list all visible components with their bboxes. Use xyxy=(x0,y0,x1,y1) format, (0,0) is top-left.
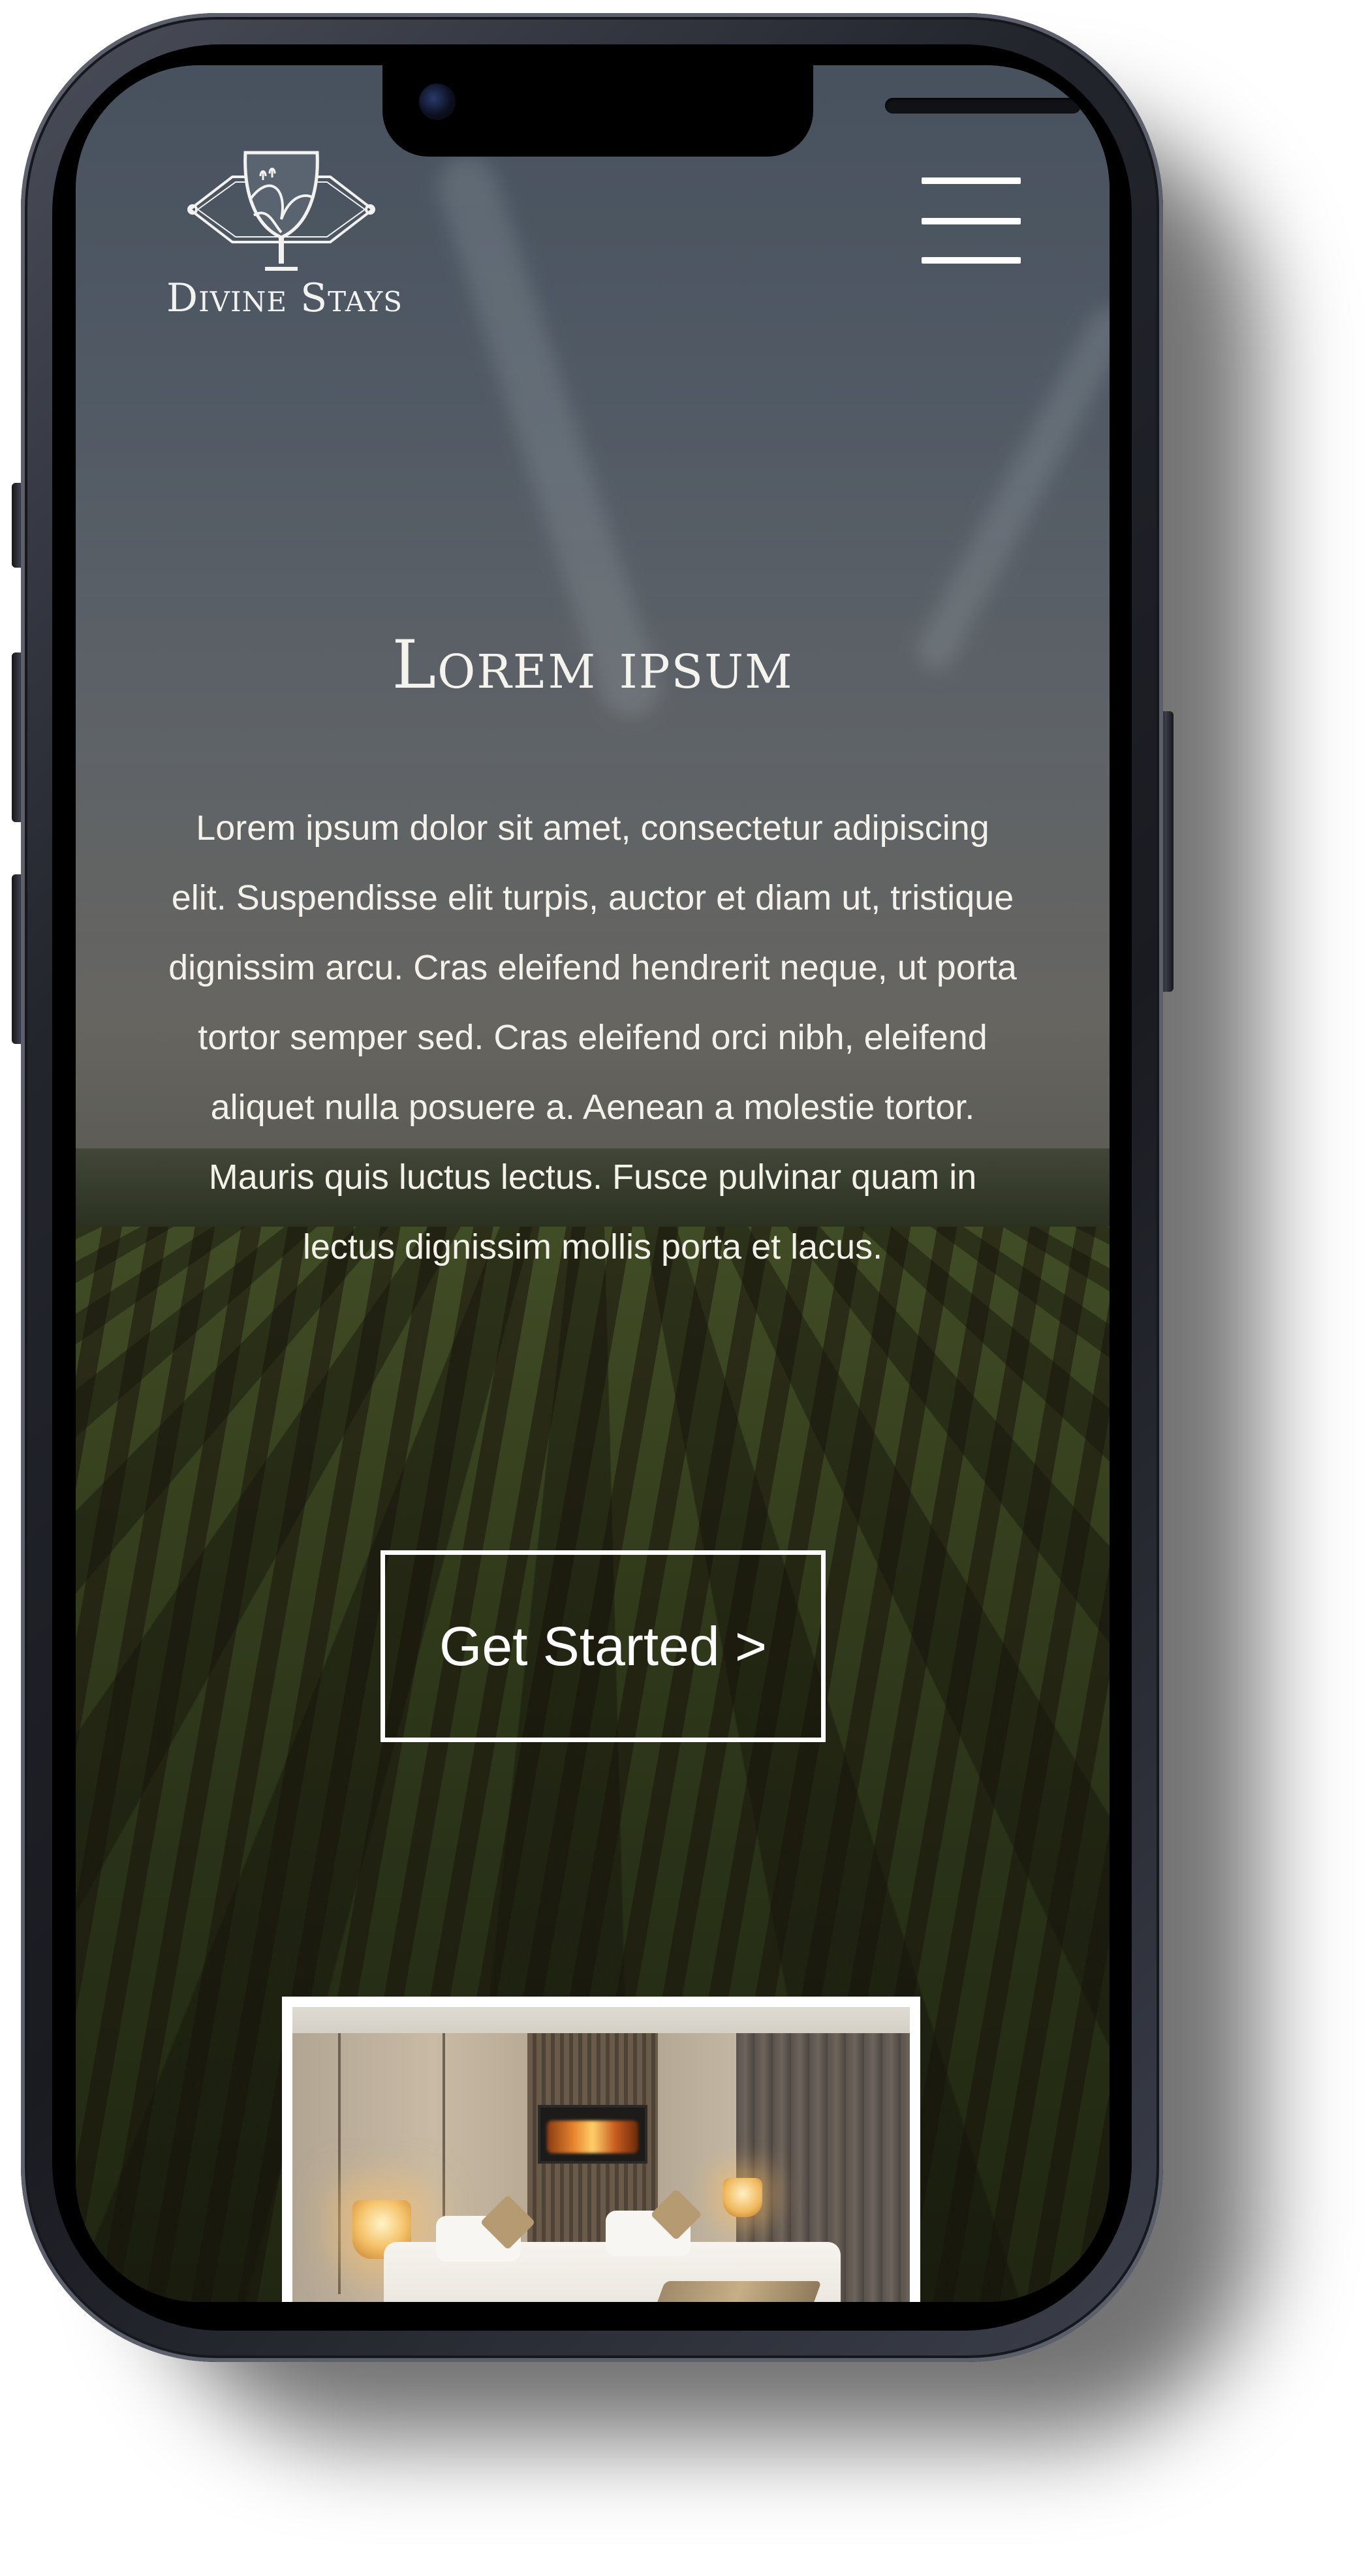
hotel-room-image xyxy=(292,2007,910,2302)
wall-panel-line xyxy=(338,2033,341,2294)
menu-bar-middle xyxy=(922,218,1021,224)
hamburger-menu-icon[interactable] xyxy=(922,177,1021,264)
bed-runner xyxy=(651,2281,822,2302)
brand-logo[interactable]: Divine Stays xyxy=(148,147,422,343)
device-mockup: Divine Stays Lorem ipsum Lorem ipsum dol… xyxy=(0,0,1368,2576)
hero-title: Lorem ipsum xyxy=(392,626,794,704)
featured-room-card[interactable] xyxy=(282,1997,920,2302)
menu-bar-top xyxy=(922,177,1021,184)
brand-name: Divine Stays xyxy=(166,275,403,321)
tv-fireplace xyxy=(547,2121,638,2153)
menu-bar-bottom xyxy=(922,257,1021,264)
get-started-button[interactable]: Get Started > xyxy=(381,1550,826,1742)
room-tv xyxy=(538,2105,647,2164)
wine-glass-logo-icon xyxy=(187,151,375,271)
hero-description: Lorem ipsum dolor sit amet, consectetur … xyxy=(168,808,1017,1266)
room-lamp xyxy=(723,2178,762,2217)
phone-screen: Divine Stays Lorem ipsum Lorem ipsum dol… xyxy=(76,65,1110,2302)
earpiece-speaker xyxy=(885,98,1081,114)
front-camera xyxy=(419,84,456,120)
